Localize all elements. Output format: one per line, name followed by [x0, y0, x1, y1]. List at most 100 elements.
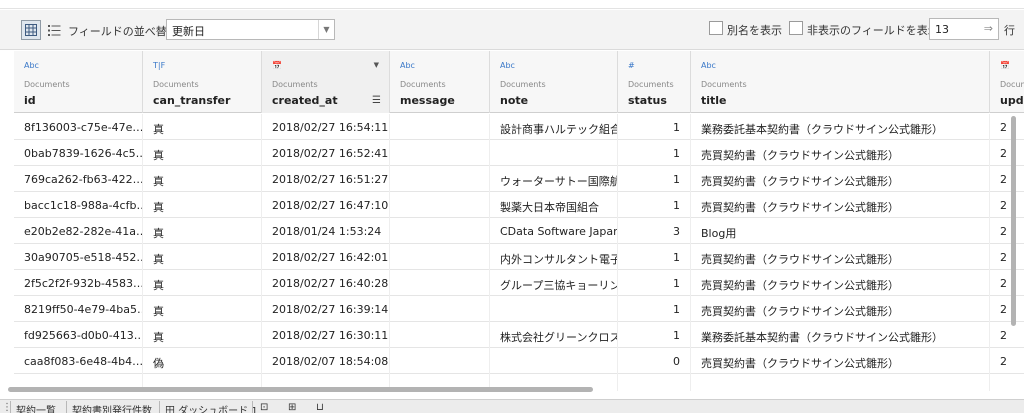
column-header-title[interactable]: Abc Documents title — [691, 51, 990, 113]
cell-note[interactable]: ウォーターサトー国際航業… — [490, 166, 618, 192]
cell-note[interactable]: グループ三協キョーリン株… — [490, 270, 618, 296]
cell-title[interactable]: 業務委託基本契約書（クラウドサイン公式雛形） — [691, 322, 990, 348]
show-alias-checkbox[interactable] — [709, 21, 723, 35]
table-row[interactable]: 0bab7839-1626-4c5… 真 2018/02/27 16:52:41 1 売… — [14, 140, 1024, 166]
cell-updated-at[interactable]: 2 — [990, 114, 1024, 140]
new-dashboard-icon[interactable]: ⊞ — [288, 402, 296, 413]
cell-message[interactable] — [390, 114, 490, 140]
cell-status[interactable] — [618, 374, 691, 391]
cell-id[interactable]: 8f136003-c75e-47e… — [14, 114, 143, 140]
arrow-right-icon[interactable]: ⇒ — [984, 22, 993, 35]
new-story-icon[interactable]: ⊔ — [316, 402, 324, 413]
table-row[interactable]: 2f5c2f2f-932b-4583… 真 2018/02/27 16:40:28 グ… — [14, 270, 1024, 296]
cell-can-transfer[interactable]: 真 — [143, 114, 262, 140]
cell-updated-at[interactable]: 2 — [990, 348, 1024, 374]
cell-status[interactable]: 1 — [618, 192, 691, 218]
cell-note[interactable]: CData Software Japan — [490, 218, 618, 244]
cell-id[interactable]: caa8f083-6e48-4b4… — [14, 348, 143, 374]
cell-status[interactable]: 0 — [618, 348, 691, 374]
cell-status[interactable]: 1 — [618, 244, 691, 270]
cell-created-at[interactable]: 2018/02/27 16:47:10 — [262, 192, 390, 218]
table-row[interactable]: 769ca262-fb63-422… 真 2018/02/27 16:51:27 ウォ… — [14, 166, 1024, 192]
table-row[interactable]: caa8f083-6e48-4b4… 偽 2018/02/07 18:54:08 0 売… — [14, 348, 1024, 374]
cell-message[interactable] — [390, 244, 490, 270]
cell-id[interactable]: 8219ff50-4e79-4ba5… — [14, 296, 143, 322]
table-row[interactable]: 8f136003-c75e-47e… 真 2018/02/27 16:54:11 設計… — [14, 114, 1024, 140]
cell-note[interactable] — [490, 348, 618, 374]
list-view-button[interactable] — [46, 20, 62, 40]
cell-title[interactable]: 業務委託基本契約書（クラウドサイン公式雛形） — [691, 114, 990, 140]
cell-updated-at[interactable]: 2 — [990, 140, 1024, 166]
cell-status[interactable]: 1 — [618, 296, 691, 322]
cell-id[interactable]: 0bab7839-1626-4c5… — [14, 140, 143, 166]
table-row[interactable]: e20b2e82-282e-41a… 真 2018/01/24 1:53:24 CDa… — [14, 218, 1024, 244]
cell-status[interactable]: 1 — [618, 140, 691, 166]
cell-can-transfer[interactable]: 真 — [143, 218, 262, 244]
cell-can-transfer[interactable]: 真 — [143, 166, 262, 192]
sort-fields-select[interactable]: 更新日 ▼ — [166, 19, 335, 40]
cell-can-transfer[interactable]: 真 — [143, 270, 262, 296]
column-header-note[interactable]: Abc Documents note — [490, 51, 618, 113]
cell-created-at[interactable]: 2018/02/27 16:30:11 — [262, 322, 390, 348]
table-row[interactable]: bacc1c18-988a-4cfb… 真 2018/02/27 16:47:10 製… — [14, 192, 1024, 218]
column-header-updated-at[interactable]: 📅 Docum upd — [990, 51, 1024, 113]
cell-note[interactable]: 内外コンサルタント電子… — [490, 244, 618, 270]
cell-id[interactable]: fd925663-d0b0-413… — [14, 322, 143, 348]
column-header-created-at[interactable]: 📅 ▼ Documents created_at ☰ — [262, 51, 390, 113]
cell-created-at[interactable]: 2018/02/07 18:54:08 — [262, 348, 390, 374]
cell-note[interactable] — [490, 140, 618, 166]
column-menu-dropdown-icon[interactable]: ▼ — [374, 61, 379, 69]
cell-id[interactable]: e20b2e82-282e-41a… — [14, 218, 143, 244]
cell-id[interactable]: 30a90705-e518-452… — [14, 244, 143, 270]
cell-updated-at[interactable]: 2 — [990, 244, 1024, 270]
cell-message[interactable] — [390, 348, 490, 374]
sheet-tab-contract-list[interactable]: 契約一覧 — [16, 402, 56, 413]
table-row[interactable]: 8219ff50-4e79-4ba5… 真 2018/02/27 16:39:14 1… — [14, 296, 1024, 322]
cell-created-at[interactable]: 2018/01/24 1:53:24 — [262, 218, 390, 244]
cell-title[interactable]: Blog用 — [691, 218, 990, 244]
cell-status[interactable]: 1 — [618, 270, 691, 296]
cell-can-transfer[interactable]: 真 — [143, 140, 262, 166]
cell-status[interactable]: 1 — [618, 166, 691, 192]
cell-id[interactable]: bacc1c18-988a-4cfb… — [14, 192, 143, 218]
show-hidden-fields-checkbox[interactable] — [789, 21, 803, 35]
sheet-tab-dashboard[interactable]: 田 ダッシュボード 1 — [165, 402, 258, 413]
cell-can-transfer[interactable]: 真 — [143, 296, 262, 322]
vertical-scrollbar[interactable] — [1011, 116, 1016, 326]
cell-status[interactable]: 1 — [618, 322, 691, 348]
cell-title[interactable]: 売買契約書（クラウドサイン公式雛形） — [691, 192, 990, 218]
cell-message[interactable] — [390, 218, 490, 244]
cell-title[interactable] — [691, 374, 990, 391]
cell-message[interactable] — [390, 296, 490, 322]
cell-created-at[interactable]: 2018/02/27 16:52:41 — [262, 140, 390, 166]
cell-updated-at[interactable] — [990, 374, 1024, 391]
cell-title[interactable]: 売買契約書（クラウドサイン公式雛形） — [691, 270, 990, 296]
cell-updated-at[interactable]: 2 — [990, 296, 1024, 322]
cell-can-transfer[interactable]: 真 — [143, 244, 262, 270]
cell-created-at[interactable]: 2018/02/27 16:51:27 — [262, 166, 390, 192]
cell-message[interactable] — [390, 270, 490, 296]
column-header-status[interactable]: # Documents status — [618, 51, 691, 113]
cell-title[interactable]: 売買契約書（クラウドサイン公式雛形） — [691, 140, 990, 166]
column-header-can-transfer[interactable]: T|F Documents can_transfer — [143, 51, 262, 113]
grid-view-button[interactable] — [21, 20, 41, 40]
cell-title[interactable]: 売買契約書（クラウドサイン公式雛形） — [691, 348, 990, 374]
sort-descending-icon[interactable]: ☰ — [372, 95, 381, 106]
cell-message[interactable] — [390, 166, 490, 192]
cell-updated-at[interactable]: 2 — [990, 270, 1024, 296]
column-header-message[interactable]: Abc Documents message — [390, 51, 490, 113]
cell-title[interactable]: 売買契約書（クラウドサイン公式雛形） — [691, 296, 990, 322]
cell-note[interactable] — [490, 296, 618, 322]
cell-updated-at[interactable]: 2 — [990, 218, 1024, 244]
new-worksheet-icon[interactable]: ⊡ — [260, 402, 268, 413]
sheet-tab-issuance-count[interactable]: 契約書別発行件数 — [72, 402, 152, 413]
cell-message[interactable] — [390, 140, 490, 166]
cell-note[interactable]: 株式会社グリーンクロス理… — [490, 322, 618, 348]
cell-can-transfer[interactable]: 真 — [143, 322, 262, 348]
cell-created-at[interactable]: 2018/02/27 16:54:11 — [262, 114, 390, 140]
cell-title[interactable]: 売買契約書（クラウドサイン公式雛形） — [691, 166, 990, 192]
cell-status[interactable]: 3 — [618, 218, 691, 244]
horizontal-scrollbar[interactable] — [8, 387, 593, 392]
table-row[interactable]: fd925663-d0b0-413… 真 2018/02/27 16:30:11 株式… — [14, 322, 1024, 348]
cell-note[interactable]: 設計商事ハルテック組合 — [490, 114, 618, 140]
